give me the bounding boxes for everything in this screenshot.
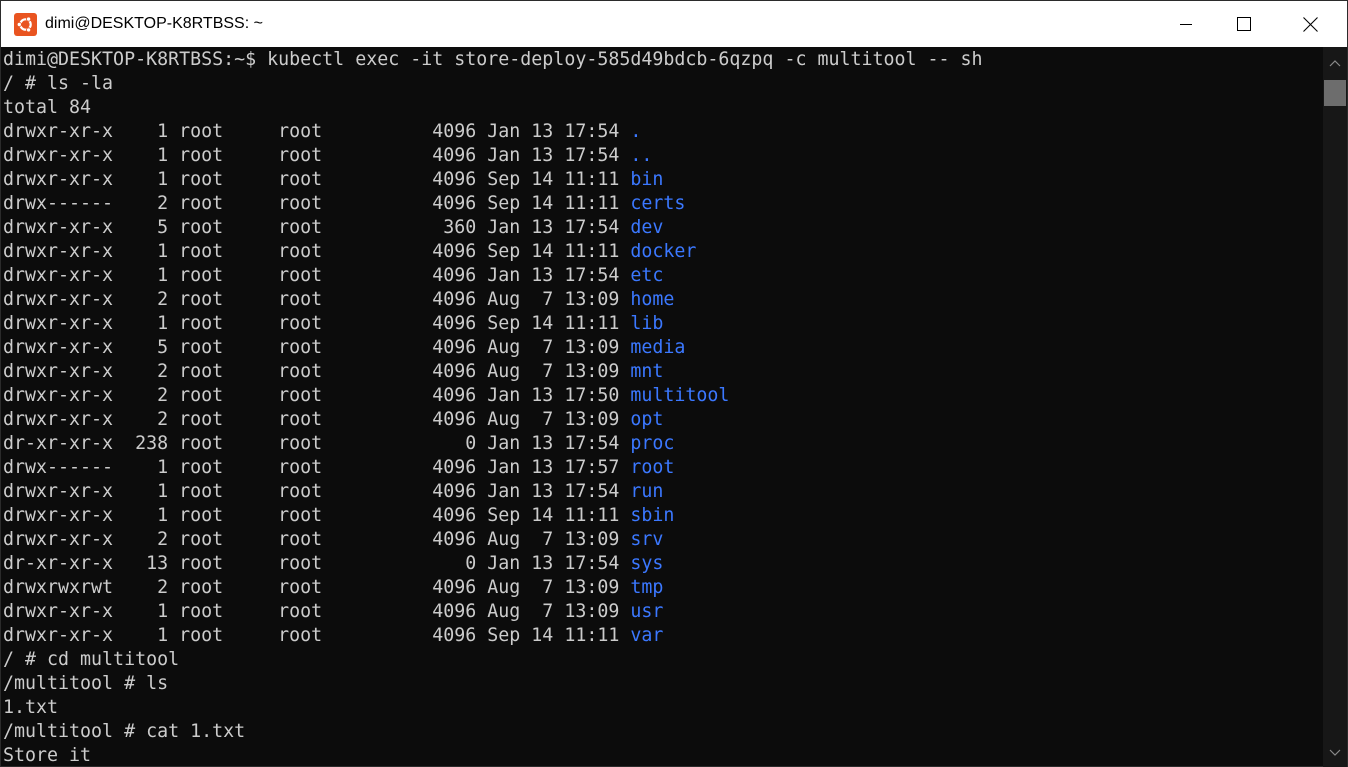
ls-entry-line: drwxr-xr-x 2 root root 4096 Aug 7 13:09 …	[3, 528, 1321, 552]
scroll-down-button[interactable]	[1323, 741, 1347, 765]
line-text: dr-xr-xr-x 13 root root 0 Jan 13 17:54	[3, 553, 631, 574]
ls-entry-line: dr-xr-xr-x 13 root root 0 Jan 13 17:54 s…	[3, 552, 1321, 576]
line-text: drwxr-xr-x 2 root root 4096 Aug 7 13:09	[3, 361, 631, 382]
minimize-button[interactable]	[1157, 1, 1215, 47]
ubuntu-logo-icon	[14, 13, 37, 36]
terminal-line: total 84	[3, 96, 1321, 120]
ls-entry-line: drwxr-xr-x 2 root root 4096 Aug 7 13:09 …	[3, 288, 1321, 312]
terminal-line: /multitool # ls	[3, 672, 1321, 696]
ls-entry-line: drwxr-xr-x 1 root root 4096 Jan 13 17:54…	[3, 144, 1321, 168]
line-text: total 84	[3, 97, 92, 118]
line-text: drwxr-xr-x 1 root root 4096 Sep 14 11:11	[3, 241, 631, 262]
line-text: drwxr-xr-x 1 root root 4096 Sep 14 11:11	[3, 169, 631, 190]
line-text: drwxr-xr-x 1 root root 4096 Jan 13 17:54	[3, 265, 631, 286]
directory-name: docker	[630, 241, 697, 262]
directory-name: sys	[630, 553, 664, 574]
ls-entry-line: drwxr-xr-x 2 root root 4096 Aug 7 13:09 …	[3, 360, 1321, 384]
ls-entry-line: drwxr-xr-x 5 root root 4096 Aug 7 13:09 …	[3, 336, 1321, 360]
directory-name: mnt	[630, 361, 664, 382]
ls-entry-line: drwx------ 1 root root 4096 Jan 13 17:57…	[3, 456, 1321, 480]
line-text: dimi@DESKTOP-K8RTBSS:~$ kubectl exec -it…	[3, 49, 983, 70]
ls-entry-line: drwxr-xr-x 1 root root 4096 Sep 14 11:11…	[3, 624, 1321, 648]
line-text: drwxr-xr-x 1 root root 4096 Jan 13 17:54	[3, 121, 631, 142]
line-text: dr-xr-xr-x 238 root root 0 Jan 13 17:54	[3, 433, 631, 454]
ls-entry-line: drwxr-xr-x 1 root root 4096 Sep 14 11:11…	[3, 312, 1321, 336]
ls-entry-line: drwxr-xr-x 1 root root 4096 Jan 13 17:54…	[3, 480, 1321, 504]
ls-entry-line: drwxr-xr-x 2 root root 4096 Aug 7 13:09 …	[3, 408, 1321, 432]
directory-name: usr	[630, 601, 664, 622]
line-text: drwxrwxrwt 2 root root 4096 Aug 7 13:09	[3, 577, 631, 598]
scroll-thumb[interactable]	[1324, 80, 1346, 106]
terminal-line: /multitool # cat 1.txt	[3, 720, 1321, 744]
directory-name: lib	[630, 313, 664, 334]
directory-name: opt	[630, 409, 664, 430]
line-text: drwxr-xr-x 1 root root 4096 Sep 14 11:11	[3, 625, 631, 646]
ls-entry-line: drwxr-xr-x 1 root root 4096 Aug 7 13:09 …	[3, 600, 1321, 624]
directory-name: multitool	[630, 385, 730, 406]
close-icon	[1302, 16, 1318, 32]
ls-entry-line: drwxr-xr-x 2 root root 4096 Jan 13 17:50…	[3, 384, 1321, 408]
close-button[interactable]	[1273, 1, 1347, 47]
directory-name: media	[630, 337, 686, 358]
line-text: drwxr-xr-x 2 root root 4096 Aug 7 13:09	[3, 529, 631, 550]
line-text: drwxr-xr-x 2 root root 4096 Aug 7 13:09	[3, 409, 631, 430]
line-text: drwxr-xr-x 1 root root 4096 Jan 13 17:54	[3, 481, 631, 502]
directory-name: etc	[630, 265, 664, 286]
line-text: drwx------ 2 root root 4096 Sep 14 11:11	[3, 193, 631, 214]
ls-entry-line: drwxr-xr-x 1 root root 4096 Jan 13 17:54…	[3, 264, 1321, 288]
ls-entry-line: drwxr-xr-x 1 root root 4096 Sep 14 11:11…	[3, 504, 1321, 528]
line-text: drwxr-xr-x 5 root root 4096 Aug 7 13:09	[3, 337, 631, 358]
line-text: /multitool # cat 1.txt	[3, 721, 246, 742]
terminal-output[interactable]: dimi@DESKTOP-K8RTBSS:~$ kubectl exec -it…	[3, 47, 1321, 767]
directory-name: .	[630, 121, 642, 142]
line-text: / # ls -la	[3, 73, 114, 94]
line-text: /multitool # ls	[3, 673, 169, 694]
directory-name: certs	[630, 193, 686, 214]
directory-name: sbin	[630, 505, 675, 526]
directory-name: run	[630, 481, 664, 502]
ls-entry-line: drwxr-xr-x 1 root root 4096 Jan 13 17:54…	[3, 120, 1321, 144]
terminal-window: dimi@DESKTOP-K8RTBSS: ~ dimi@DESKTOP-K8R…	[0, 0, 1348, 767]
line-text: drwxr-xr-x 2 root root 4096 Aug 7 13:09	[3, 289, 631, 310]
ls-entry-line: drwxr-xr-x 1 root root 4096 Sep 14 11:11…	[3, 168, 1321, 192]
ls-entry-line: drwxr-xr-x 1 root root 4096 Sep 14 11:11…	[3, 240, 1321, 264]
ls-entry-line: dr-xr-xr-x 238 root root 0 Jan 13 17:54 …	[3, 432, 1321, 456]
maximize-icon	[1237, 17, 1251, 31]
line-text: drwxr-xr-x 1 root root 4096 Sep 14 11:11	[3, 313, 631, 334]
line-text: drwxr-xr-x 1 root root 4096 Sep 14 11:11	[3, 505, 631, 526]
vertical-scrollbar[interactable]	[1323, 47, 1347, 767]
terminal-line: / # ls -la	[3, 72, 1321, 96]
ls-entry-line: drwxr-xr-x 5 root root 360 Jan 13 17:54 …	[3, 216, 1321, 240]
ls-entry-line: drwx------ 2 root root 4096 Sep 14 11:11…	[3, 192, 1321, 216]
line-text: drwxr-xr-x 2 root root 4096 Jan 13 17:50	[3, 385, 631, 406]
directory-name: tmp	[630, 577, 664, 598]
directory-name: srv	[630, 529, 664, 550]
terminal-line: 1.txt	[3, 696, 1321, 720]
terminal-line: Store it	[3, 744, 1321, 767]
scroll-up-button[interactable]	[1323, 51, 1347, 75]
directory-name: bin	[630, 169, 664, 190]
line-text: drwxr-xr-x 1 root root 4096 Jan 13 17:54	[3, 145, 631, 166]
window-title: dimi@DESKTOP-K8RTBSS: ~	[45, 15, 263, 32]
directory-name: ..	[630, 145, 653, 166]
directory-name: dev	[630, 217, 664, 238]
title-bar[interactable]: dimi@DESKTOP-K8RTBSS: ~	[1, 1, 1347, 47]
line-text: drwx------ 1 root root 4096 Jan 13 17:57	[3, 457, 631, 478]
line-text: drwxr-xr-x 1 root root 4096 Aug 7 13:09	[3, 601, 631, 622]
minimize-icon	[1180, 24, 1192, 25]
terminal-line: dimi@DESKTOP-K8RTBSS:~$ kubectl exec -it…	[3, 48, 1321, 72]
line-text: drwxr-xr-x 5 root root 360 Jan 13 17:54	[3, 217, 631, 238]
directory-name: var	[630, 625, 664, 646]
chevron-up-icon	[1329, 60, 1341, 67]
chevron-down-icon	[1329, 749, 1341, 756]
ls-entry-line: drwxrwxrwt 2 root root 4096 Aug 7 13:09 …	[3, 576, 1321, 600]
directory-name: root	[630, 457, 675, 478]
line-text: 1.txt	[3, 697, 59, 718]
line-text: / # cd multitool	[3, 649, 180, 670]
maximize-button[interactable]	[1215, 1, 1273, 47]
line-text: Store it	[3, 745, 92, 766]
terminal-line: / # cd multitool	[3, 648, 1321, 672]
directory-name: home	[630, 289, 675, 310]
directory-name: proc	[630, 433, 675, 454]
